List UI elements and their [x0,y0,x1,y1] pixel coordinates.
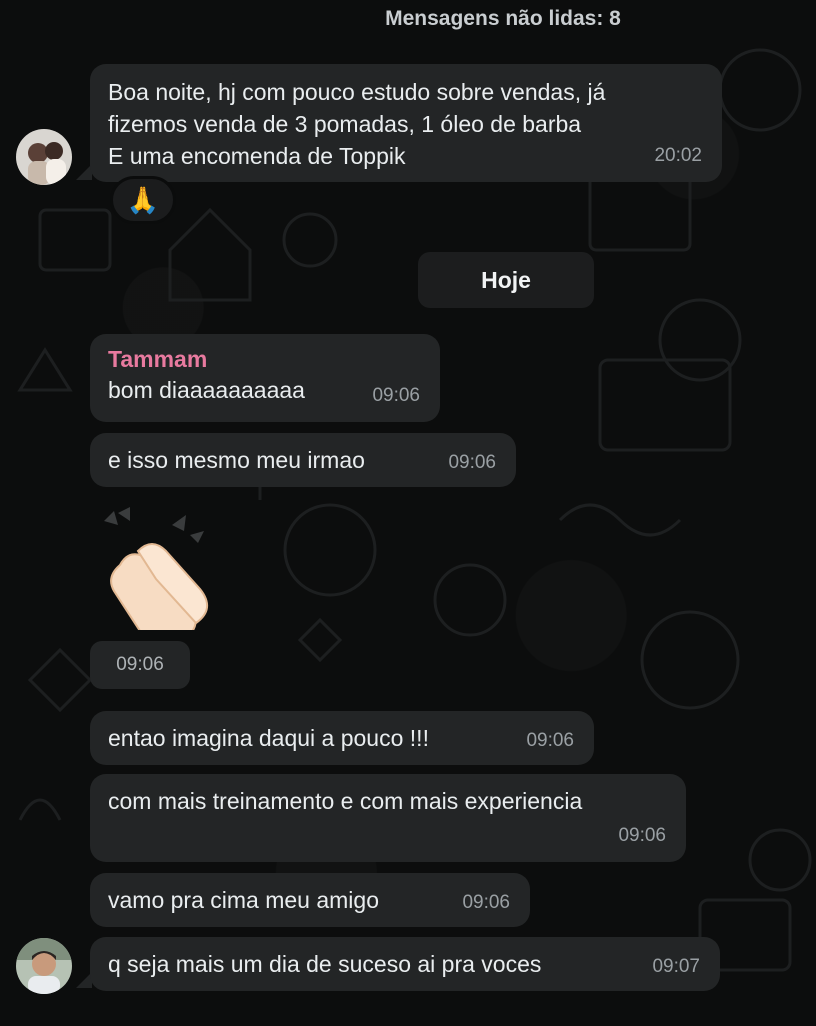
unread-messages-label: Mensagens não lidas: 8 [385,7,621,30]
sticker-time: 09:06 [90,641,190,689]
message-bubble[interactable]: entao imagina daqui a pouco !!! 09:06 [90,711,594,765]
message-time: 09:06 [618,825,666,846]
message-time: 20:02 [654,145,702,166]
date-divider: Hoje [418,252,594,308]
message-bubble[interactable]: q seja mais um dia de suceso ai pra voce… [90,937,720,991]
unread-messages-banner: Mensagens não lidas: 8 [0,0,816,40]
contact-avatar[interactable] [16,129,72,185]
message-time: 09:06 [526,730,574,751]
message-bubble[interactable]: Boa noite, hj com pouco estudo sobre ven… [90,64,722,182]
message-text: Boa noite, hj com pouco estudo sobre ven… [108,79,606,169]
message-bubble[interactable]: vamo pra cima meu amigo 09:06 [90,873,530,927]
message-reaction[interactable]: 🙏 [110,176,176,224]
message-time: 09:07 [652,956,700,977]
message-bubble[interactable]: e isso mesmo meu irmao 09:06 [90,433,516,487]
date-divider-label: Hoje [481,267,531,293]
message-bubble[interactable]: Tammam bom diaaaaaaaaaa 09:06 [90,334,440,422]
contact-avatar[interactable] [16,938,72,994]
message-text: vamo pra cima meu amigo [108,887,379,913]
message-text: q seja mais um dia de suceso ai pra voce… [108,951,542,977]
message-time: 09:06 [448,452,496,473]
message-time: 09:06 [372,385,420,406]
message-time: 09:06 [116,654,164,675]
sender-name: Tammam [108,346,208,372]
praying-hands-emoji: 🙏 [126,185,160,215]
message-text: entao imagina daqui a pouco !!! [108,725,429,751]
clapping-sticker[interactable] [92,505,212,648]
message-time: 09:06 [462,892,510,913]
message-text: e isso mesmo meu irmao [108,447,365,473]
message-text: com mais treinamento e com mais experien… [108,788,583,814]
message-bubble[interactable]: com mais treinamento e com mais experien… [90,774,686,862]
